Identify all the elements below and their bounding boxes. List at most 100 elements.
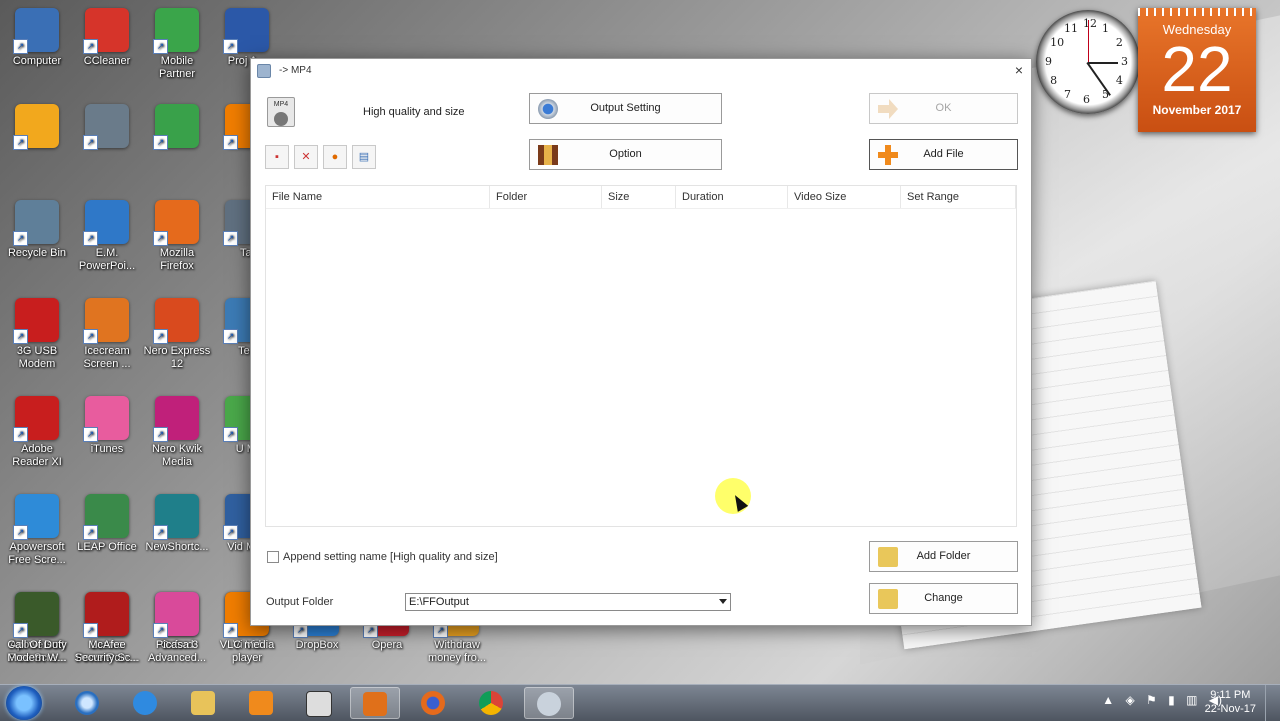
desktop-icon[interactable]: ↗ Call Of Duty Modern W... [2,592,72,665]
desktop-icon[interactable]: ↗ LEAP Office [72,494,142,554]
desktop-icon[interactable]: ↗ [72,104,142,151]
desktop-icon[interactable]: ↗ [142,104,212,151]
desktop-icon[interactable]: ↗ CCleaner [72,8,142,68]
taskbar-item-publisher[interactable] [294,687,344,719]
clock-gadget[interactable]: 12 1 2 3 4 5 6 7 8 9 10 11 [1036,10,1140,114]
tray-arrow-icon[interactable]: ▲ [1102,693,1114,707]
power-icon[interactable]: ▮ [1168,693,1175,707]
column-folder[interactable]: Folder [490,186,602,208]
desktop-icon[interactable]: ↗ iTunes [72,396,142,456]
shortcut-arrow-icon: ↗ [223,525,238,540]
shortcut-arrow-icon: ↗ [83,231,98,246]
signal-icon[interactable]: ▥ [1186,693,1197,707]
folder-icon [191,691,215,715]
taskbar-item-1[interactable] [62,687,112,719]
calendar-month: November 2017 [1152,103,1242,117]
taskbar-item-firefox[interactable] [408,687,458,719]
desktop-icon[interactable]: ↗ Mobile Partner [142,8,212,81]
shortcut-arrow-icon: ↗ [223,623,238,638]
desktop-icon[interactable]: ↗ Adobe Reader XI [2,396,72,469]
disc-icon [274,112,288,126]
desktop-icon-label: NewShortc... [145,541,209,553]
shortcut-arrow-icon: ↗ [223,39,238,54]
column-duration[interactable]: Duration [676,186,788,208]
clock-number: 12 [1083,17,1097,30]
calendar-gadget[interactable]: Wednesday 22 November 2017 [1138,8,1256,132]
desktop-icon-label: Recycle Bin [7,247,67,259]
recorder-icon [363,692,387,716]
output-folder-select[interactable]: E:\FFOutput [405,593,731,611]
desktop-icon[interactable]: ↗ E.M. PowerPoi... [72,200,142,273]
desktop-icon[interactable]: ↗ 3G USB Modem [2,298,72,371]
desktop-icon[interactable]: ↗ NewShortc... [142,494,212,554]
shortcut-icon: ↗ [153,200,199,246]
shortcut-arrow-icon: ↗ [83,329,98,344]
desktop-icon-label: LEAP Office [77,541,137,553]
append-setting-label: Append setting name [High quality and si… [283,551,498,563]
close-button[interactable]: × [1015,62,1023,78]
desktop-icon[interactable]: ↗Apowersoft Free Scre... [2,494,72,567]
taskbar-item-media[interactable] [236,687,286,719]
desktop-icon[interactable]: ↗ Recycle Bin [2,200,72,260]
desktop-icon[interactable]: ↗ Icecream Screen ... [72,298,142,371]
shortcut-arrow-icon: ↗ [83,525,98,540]
remove-file-button[interactable]: ▪ [265,145,289,169]
media-info-button[interactable]: ▤ [352,145,376,169]
taskbar-item-icecream[interactable] [350,687,400,719]
desktop-icon[interactable]: ↗ Picasa 3 [142,592,212,652]
desktop-icon[interactable]: ↗ Mozilla Firefox [142,200,212,273]
checkbox-box[interactable] [267,551,279,563]
publisher-icon [306,691,332,717]
shortcut-arrow-icon: ↗ [83,39,98,54]
flag-icon[interactable]: ⚑ [1146,693,1157,707]
app-icon [75,691,99,715]
system-tray: ▲ ◈ ⚑ ▮ ▥ ◀) [1094,693,1222,707]
column-size[interactable]: Size [602,186,676,208]
title-bar[interactable]: -> MP4 × [251,59,1031,81]
desktop-icon[interactable]: ↗ Nero Kwik Media [142,396,212,469]
desktop-icon-label: Nero Kwik Media [151,443,203,468]
chevron-down-icon[interactable] [719,599,727,604]
taskbar-item-formatfactory[interactable] [524,687,574,719]
shortcut-icon: ↗ [13,8,59,54]
shortcut-arrow-icon: ↗ [223,135,238,150]
option-button[interactable]: Option [529,139,722,170]
play-button[interactable]: ● [323,145,347,169]
desktop-icon[interactable]: ↗ McAfee Security Sc... [72,592,142,665]
file-list[interactable]: File Name Folder Size Duration Video Siz… [265,185,1017,527]
append-setting-checkbox[interactable]: Append setting name [High quality and si… [267,551,498,563]
shortcut-icon: ↗ [153,298,199,344]
shortcut-icon: ↗ [83,494,129,540]
clear-list-button[interactable]: ✕ [294,145,318,169]
network-icon[interactable]: ◈ [1125,693,1134,707]
shortcut-icon: ↗ [83,8,129,54]
shortcut-icon: ↗ [153,8,199,54]
ok-button[interactable]: OK [869,93,1018,124]
film-icon [538,145,558,165]
folder-add-icon [878,547,898,567]
taskbar-item-explorer[interactable] [178,687,228,719]
column-file-name[interactable]: File Name [266,186,490,208]
desktop-icon-label: Withdraw money fro... [427,639,487,664]
taskbar-clock[interactable]: 9:11 PM 22-Nov-17 [1205,688,1256,716]
start-button[interactable] [6,686,42,720]
shortcut-arrow-icon: ↗ [153,39,168,54]
clock-number: 10 [1050,36,1065,49]
shortcut-arrow-icon: ↗ [13,623,28,638]
taskbar-item-ie[interactable] [120,687,170,719]
column-video-size[interactable]: Video Size [788,186,901,208]
info-icon: ▤ [358,151,370,163]
clock-number: 8 [1050,74,1058,87]
desktop-icon[interactable]: ↗ Computer [2,8,72,68]
change-button[interactable]: Change [869,583,1018,614]
add-folder-button[interactable]: Add Folder [869,541,1018,572]
add-file-button[interactable]: Add File [869,139,1018,170]
taskbar-item-chrome[interactable] [466,687,516,719]
shortcut-icon: ↗ [153,104,199,150]
desktop-icon[interactable]: ↗ [2,104,72,151]
column-set-range[interactable]: Set Range [901,186,1016,208]
desktop-icon[interactable]: ↗ Nero Express 12 [142,298,212,371]
output-setting-button[interactable]: Output Setting [529,93,722,124]
taskbar-date: 22-Nov-17 [1204,703,1256,715]
show-desktop-button[interactable] [1265,685,1280,721]
